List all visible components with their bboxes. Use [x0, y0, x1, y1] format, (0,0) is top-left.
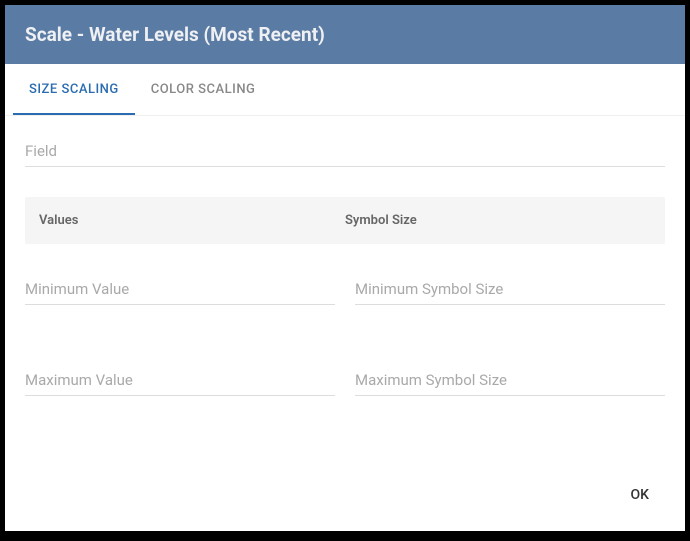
minimum-value-input[interactable] [25, 274, 335, 305]
scale-dialog: Scale - Water Levels (Most Recent) SIZE … [5, 5, 685, 531]
symbol-size-header: Symbol Size [345, 213, 651, 228]
dialog-title: Scale - Water Levels (Most Recent) [5, 5, 685, 64]
tab-color-scaling[interactable]: COLOR SCALING [135, 64, 272, 115]
dialog-content: Values Symbol Size [5, 116, 685, 467]
values-header: Values [39, 213, 345, 228]
ok-button[interactable]: OK [619, 479, 662, 511]
minimum-symbol-size-input[interactable] [355, 274, 665, 305]
field-row [25, 136, 665, 167]
min-row [25, 274, 665, 305]
tab-size-scaling[interactable]: SIZE SCALING [13, 64, 135, 115]
dialog-actions: OK [5, 467, 685, 531]
max-row [25, 365, 665, 396]
tabs-bar: SIZE SCALING COLOR SCALING [5, 64, 685, 116]
columns-header: Values Symbol Size [25, 197, 665, 244]
field-input[interactable] [25, 136, 665, 167]
maximum-value-input[interactable] [25, 365, 335, 396]
maximum-symbol-size-input[interactable] [355, 365, 665, 396]
